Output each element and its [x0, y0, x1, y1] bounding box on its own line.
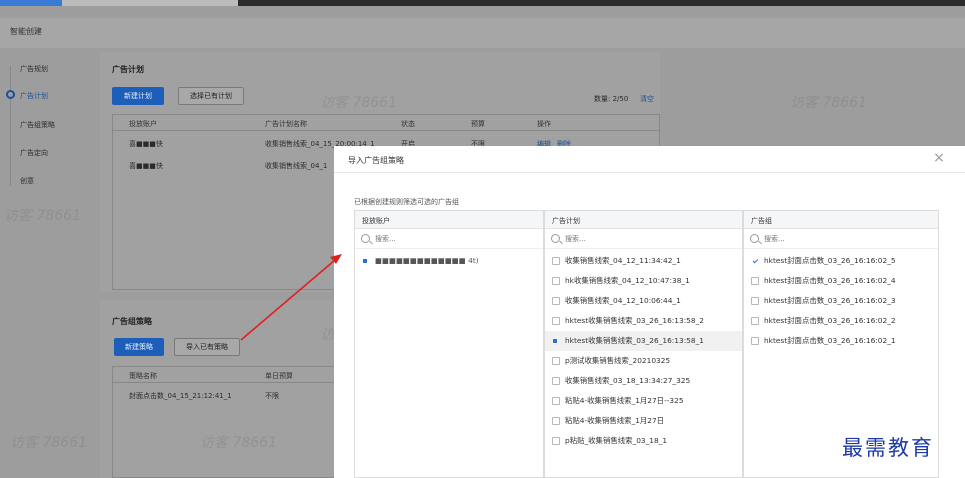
brand-watermark: 最需教育: [842, 436, 934, 460]
arrow-shaft: [240, 259, 336, 341]
annotation-arrow: [240, 254, 342, 341]
